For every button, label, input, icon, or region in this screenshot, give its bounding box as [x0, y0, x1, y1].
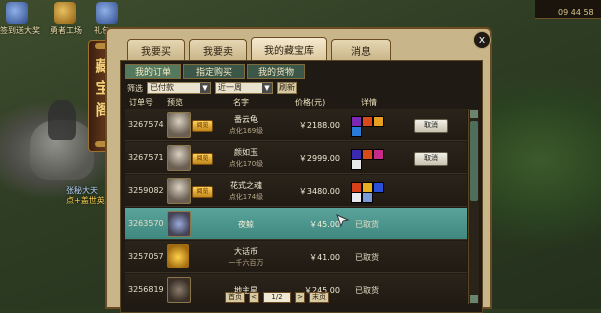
statue-figure — [48, 100, 76, 140]
status-select-value: 已付款 — [150, 83, 174, 92]
item-name: 颜如玉 — [234, 148, 258, 157]
pagination: 首页 < 1/2 > 末页 — [225, 292, 405, 304]
order-list: 3267574 阅览 番云龟 点化169级 ￥2188.00 取消 3267571 阅览 颜如玉… — [125, 109, 467, 304]
top-icon-label: 勇者工场 — [50, 26, 82, 35]
equipment-icon[interactable] — [351, 192, 362, 203]
item-preview-icon[interactable] — [167, 145, 191, 171]
mouse-cursor-icon — [336, 214, 350, 228]
treasure-pavilion-window: 我要买 我要卖 我的藏宝库 消息 x 我的订单 指定购买 我的货物 筛选 已付款… — [105, 27, 492, 313]
tab-sell[interactable]: 我要卖 — [189, 39, 247, 60]
equipment-icon[interactable] — [362, 116, 373, 127]
chevron-down-icon: ▼ — [200, 83, 210, 93]
filter-label: 筛选 — [127, 84, 143, 93]
top-icon-label: 签到送大奖 — [0, 26, 40, 35]
item-name: 夜鲸 — [238, 220, 254, 229]
item-name: 花式之魂 — [230, 181, 262, 190]
header-price: 价格(元) — [295, 98, 326, 107]
tab-my-vault[interactable]: 我的藏宝库 — [251, 37, 327, 61]
view-badge[interactable]: 阅览 — [192, 153, 213, 165]
item-preview-icon[interactable] — [167, 244, 189, 268]
status-select[interactable]: 已付款 ▼ — [147, 82, 211, 94]
npc-title-line: 点+盖世英 — [66, 196, 105, 205]
page-indicator: 1/2 — [263, 292, 291, 303]
header-preview: 预览 — [167, 98, 183, 107]
cancel-order-button[interactable]: 取消 — [414, 152, 448, 166]
next-page-button[interactable]: > — [295, 292, 305, 303]
item-subtitle: 点化174级 — [228, 193, 264, 201]
order-id: 3257057 — [128, 252, 164, 261]
order-id: 3267574 — [128, 120, 164, 129]
scroll-up-icon[interactable] — [470, 110, 478, 118]
equipment-icon[interactable] — [373, 149, 384, 160]
period-select-value: 近一周 — [218, 83, 242, 92]
table-row[interactable]: 3267574 阅览 番云龟点化169级 ￥2188.00 取消 — [125, 109, 467, 141]
item-subtitle: 点化169级 — [228, 127, 264, 135]
table-row[interactable]: 3263570 夜鲸 ￥45.00 已取货 — [125, 208, 467, 240]
cancel-order-button[interactable]: 取消 — [414, 119, 448, 133]
equipment-icon[interactable] — [351, 126, 362, 137]
gift-icon[interactable] — [6, 2, 28, 24]
equipment-icon[interactable] — [362, 192, 373, 203]
subtab-my-orders[interactable]: 我的订单 — [125, 64, 181, 79]
equipment-icon[interactable] — [373, 116, 384, 127]
subtab-designated-buy[interactable]: 指定购买 — [183, 64, 245, 79]
close-button[interactable]: x — [473, 31, 491, 49]
item-price: ￥3480.00 — [298, 187, 340, 196]
filter-bar: 筛选 已付款 ▼ 近一周 ▼ 刷新 — [125, 82, 477, 95]
equipment-icon[interactable] — [351, 159, 362, 170]
table-row[interactable]: 3257057 大话币一千六百万 ￥41.00 已取货 — [125, 241, 467, 273]
subtab-my-goods[interactable]: 我的货物 — [247, 64, 305, 79]
window-content: 我的订单 指定购买 我的货物 筛选 已付款 ▼ 近一周 ▼ 刷新 订单号 预览 … — [120, 60, 483, 313]
item-name: 大话币 — [234, 247, 258, 256]
header-order-id: 订单号 — [129, 98, 153, 107]
item-preview-icon[interactable] — [167, 112, 191, 138]
item-preview-icon[interactable] — [167, 178, 191, 204]
npc-name-label: 张秘大天 点+盖世英 — [66, 186, 105, 206]
order-status: 已取货 — [355, 253, 379, 262]
table-header: 订单号 预览 名字 价格(元) 详情 — [125, 97, 467, 109]
chevron-down-icon: ▼ — [262, 83, 272, 93]
scroll-down-icon[interactable] — [470, 295, 478, 303]
equipment-icon[interactable] — [373, 182, 384, 193]
table-row[interactable]: 3267571 阅览 颜如玉点化170级 ￥2999.00 取消 — [125, 142, 467, 174]
header-name: 名字 — [233, 98, 249, 107]
order-id: 3267571 — [128, 153, 164, 162]
item-subtitle: 一千六百万 — [228, 259, 264, 267]
list-scrollbar[interactable] — [468, 109, 479, 304]
item-price: ￥2999.00 — [298, 154, 340, 163]
header-details: 详情 — [361, 98, 377, 107]
prev-page-button[interactable]: < — [249, 292, 259, 303]
order-id: 3259082 — [128, 186, 164, 195]
item-preview-icon[interactable] — [167, 277, 191, 303]
item-subtitle: 点化170级 — [228, 160, 264, 168]
gem-icon[interactable] — [96, 2, 118, 24]
order-id: 3256819 — [128, 285, 164, 294]
item-preview-icon[interactable] — [167, 211, 191, 237]
item-price: ￥2188.00 — [298, 121, 340, 130]
npc-name-line: 张秘大天 — [66, 186, 98, 195]
last-page-button[interactable]: 末页 — [309, 292, 329, 303]
scroll-thumb[interactable] — [470, 121, 478, 201]
view-badge[interactable]: 阅览 — [192, 186, 213, 198]
chest-icon[interactable] — [54, 2, 76, 24]
top-activity-icons: 签到送大奖 勇者工场 礼包 — [0, 2, 118, 36]
item-price: ￥45.00 — [309, 220, 340, 229]
item-name: 番云龟 — [234, 115, 258, 124]
table-row[interactable]: 3259082 阅览 花式之魂点化174级 ￥3480.00 — [125, 175, 467, 207]
view-badge[interactable]: 阅览 — [192, 120, 213, 132]
order-status: 已取货 — [355, 220, 379, 229]
first-page-button[interactable]: 首页 — [225, 292, 245, 303]
tab-buy[interactable]: 我要买 — [127, 39, 185, 60]
refresh-button[interactable]: 刷新 — [277, 82, 297, 94]
period-select[interactable]: 近一周 ▼ — [215, 82, 273, 94]
order-id: 3263570 — [128, 219, 164, 228]
item-price: ￥41.00 — [309, 253, 340, 262]
equipment-icon[interactable] — [362, 149, 373, 160]
tab-messages[interactable]: 消息 — [331, 39, 391, 60]
clock-readout: 09 44 58 — [558, 8, 594, 17]
